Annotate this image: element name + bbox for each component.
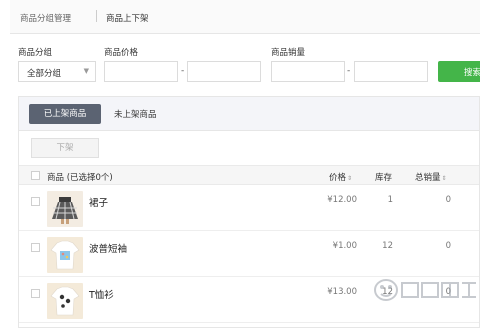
product-thumbnail-skirt[interactable] <box>47 191 83 227</box>
table-row: 波普短袖 ¥1.00 12 0 <box>19 231 479 277</box>
table-row: 裙子 ¥12.00 1 0 <box>19 185 479 231</box>
price-range-separator: - <box>181 66 185 76</box>
breadcrumb-parent[interactable]: 商品分组管理 <box>20 12 71 24</box>
chevron-down-icon: ▼ <box>83 67 89 75</box>
product-stock: 12 <box>382 241 393 251</box>
header-stock: 库存 <box>375 173 393 183</box>
row-checkbox[interactable] <box>31 243 40 252</box>
product-sales: 0 <box>445 241 451 251</box>
product-name[interactable]: 波普短袖 <box>89 241 127 255</box>
sales-range-separator: - <box>347 66 351 76</box>
product-sales: 0 <box>445 195 451 205</box>
product-price: ¥12.00 <box>327 195 357 205</box>
select-all-checkbox[interactable] <box>31 171 40 180</box>
search-button-label: 搜索 <box>464 68 480 78</box>
product-name[interactable]: 裙子 <box>89 195 108 209</box>
search-button[interactable]: 搜索 <box>438 61 480 82</box>
sales-filter-label: 商品销量 <box>271 48 306 58</box>
breadcrumb: 商品分组管理 商品上下架 <box>10 0 480 34</box>
delist-button[interactable]: 下架 <box>31 138 99 158</box>
sort-icon: ⇕ <box>441 175 447 182</box>
price-min-input[interactable] <box>104 61 178 82</box>
sort-icon: ⇕ <box>347 175 353 182</box>
tab-unlisted-products[interactable]: 未上架商品 <box>114 108 157 120</box>
header-sales-label: 总销量 <box>415 173 441 183</box>
group-select-value: 全部分组 <box>27 69 62 79</box>
sales-min-input[interactable] <box>271 61 345 82</box>
group-select[interactable]: 全部分组 ▼ <box>18 61 96 82</box>
group-filter-label: 商品分组 <box>18 48 53 58</box>
status-tabs: 已上架商品 未上架商品 <box>19 97 479 131</box>
watermark-logo <box>372 276 480 304</box>
price-filter-label: 商品价格 <box>104 48 139 58</box>
product-stock: 1 <box>387 195 393 205</box>
price-max-input[interactable] <box>187 61 261 82</box>
product-thumbnail-tshirt[interactable] <box>47 283 83 319</box>
product-thumbnail-polka-shirt[interactable] <box>47 237 83 273</box>
header-sales[interactable]: 总销量⇕ <box>415 171 447 183</box>
product-name[interactable]: T恤衫 <box>89 287 114 301</box>
table-header: 商品 (已选择0个) 价格⇕ 库存 总销量⇕ <box>19 165 479 185</box>
product-price: ¥1.00 <box>332 241 357 251</box>
tab-listed-products[interactable]: 已上架商品 <box>29 104 101 124</box>
breadcrumb-divider <box>96 10 97 22</box>
product-price: ¥13.00 <box>327 287 357 297</box>
row-checkbox[interactable] <box>31 197 40 206</box>
row-checkbox[interactable] <box>31 289 40 298</box>
sales-max-input[interactable] <box>354 61 428 82</box>
breadcrumb-current: 商品上下架 <box>106 14 149 24</box>
header-price[interactable]: 价格⇕ <box>329 171 352 183</box>
header-price-label: 价格 <box>329 173 347 183</box>
header-product: 商品 (已选择0个) <box>47 173 113 183</box>
